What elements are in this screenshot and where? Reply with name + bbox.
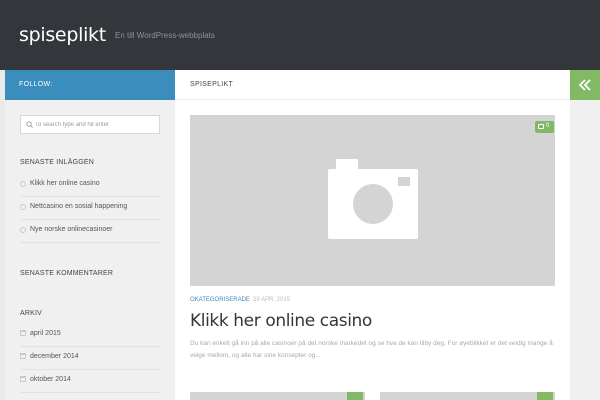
archive-link[interactable]: april 2015 [30, 330, 61, 337]
bullet-icon [20, 204, 26, 210]
recent-posts-title: SENASTE INLÄGGEN [20, 159, 94, 166]
archive-item[interactable]: oktober 2014 [20, 370, 160, 393]
site-title[interactable]: spiseplikt [19, 24, 106, 46]
left-sidebar: SENASTE INLÄGGEN Klikk her online casino… [5, 100, 175, 400]
archive-item[interactable]: april 2015 [20, 324, 160, 347]
comment-count: 0 [546, 123, 550, 129]
main-page-header: SPISEPLIKT [175, 70, 570, 100]
post-title[interactable]: Klikk her online casino [190, 311, 372, 331]
site-description: En till WordPress-webbplats [115, 31, 215, 40]
archive-title: ARKIV [20, 310, 43, 317]
post-thumbnail[interactable]: 0 [190, 115, 555, 286]
page-heading: SPISEPLIKT [190, 81, 234, 88]
site-header: spiseplikt En till WordPress-webbplats [0, 0, 600, 70]
search-box[interactable] [20, 115, 160, 134]
next-post-thumbnail[interactable] [380, 392, 555, 400]
recent-post-item[interactable]: Nettcasino en sosial happening [20, 197, 160, 220]
next-post-comment-badge[interactable] [347, 392, 363, 400]
post-category[interactable]: OKATEGORISERADE [190, 297, 250, 303]
archive-link[interactable]: oktober 2014 [30, 376, 71, 383]
post-date: 29 APR, 2015 [253, 297, 291, 303]
archive-item[interactable]: december 2014 [20, 347, 160, 370]
double-chevron-left-icon [578, 79, 591, 91]
recent-comments-title: SENASTE KOMMENTARER [20, 270, 114, 277]
bullet-icon [20, 181, 26, 187]
search-icon [26, 121, 33, 128]
post-excerpt: Du kan enkelt gå inn på alle casinoer på… [190, 340, 553, 359]
archive-link[interactable]: december 2014 [30, 353, 79, 360]
follow-label: FOLLOW: [19, 81, 53, 88]
sidebar-follow-bar: FOLLOW: [5, 70, 175, 100]
next-post-thumbnail[interactable] [190, 392, 365, 400]
search-input[interactable] [35, 117, 155, 132]
camera-icon [328, 159, 418, 239]
next-post-comment-badge[interactable] [537, 392, 553, 400]
calendar-icon [20, 376, 26, 382]
recent-post-item[interactable]: Nye norske onlinecasinoer [20, 220, 160, 243]
comment-bubble-icon [538, 124, 544, 129]
bullet-icon [20, 227, 26, 233]
sidebar-collapse-button[interactable] [570, 70, 600, 100]
recent-post-link[interactable]: Klikk her online casino [30, 180, 100, 187]
right-sidebar-rail [570, 100, 600, 400]
main-content: 0 OKATEGORISERADE 29 APR, 2015 Klikk her… [175, 100, 570, 400]
calendar-icon [20, 330, 26, 336]
comment-count-badge[interactable]: 0 [535, 121, 554, 133]
recent-post-item[interactable]: Klikk her online casino [20, 174, 160, 197]
recent-post-link[interactable]: Nettcasino en sosial happening [30, 203, 127, 210]
recent-post-link[interactable]: Nye norske onlinecasinoer [30, 226, 113, 233]
calendar-icon [20, 353, 26, 359]
